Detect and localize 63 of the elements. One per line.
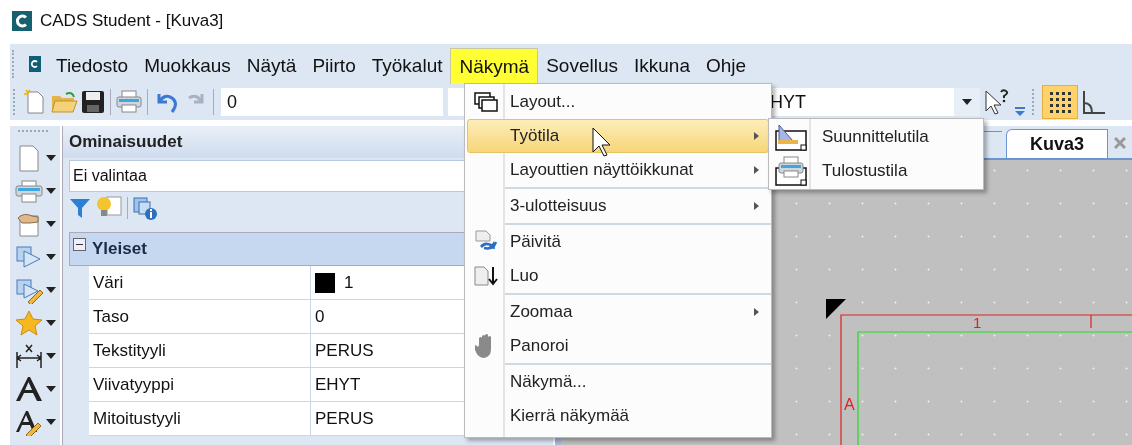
serif-letter-a-icon[interactable]	[14, 375, 44, 403]
info-icon[interactable]	[132, 195, 158, 221]
menu-item[interactable]: Ohje	[698, 48, 755, 84]
grid-icon	[1048, 90, 1072, 114]
corner-marker	[826, 299, 846, 319]
menu-item[interactable]: Tiedosto	[48, 48, 137, 84]
menu-item[interactable]: Layout...	[467, 85, 769, 119]
letter-pencil-icon[interactable]	[14, 408, 44, 436]
menu-item[interactable]: Näkymä	[450, 48, 539, 84]
menu-item[interactable]: Suunnittelutila	[771, 120, 981, 154]
menu-item[interactable]: Piirto	[304, 48, 364, 84]
dropdown-arrow-icon[interactable]	[46, 254, 56, 260]
zone-column-label: 1	[973, 314, 982, 331]
zone-row-label: A	[844, 396, 855, 413]
toolbar-options-icon[interactable]	[1014, 107, 1026, 117]
dropdown-arrow-icon[interactable]	[46, 320, 56, 326]
set-square-drawing-icon	[775, 123, 807, 151]
pointer-help-icon[interactable]	[983, 88, 1011, 116]
menu-item[interactable]: Sovellus	[538, 48, 626, 84]
save-icon[interactable]	[81, 90, 105, 114]
menu-item[interactable]: Päivitä	[467, 225, 769, 259]
window-title: CADS Student - [Kuva3]	[40, 11, 224, 31]
menu-item[interactable]: 3-ulotteisuus	[467, 189, 769, 223]
dropdown-arrow-icon[interactable]	[46, 287, 56, 293]
printer-icon[interactable]	[116, 90, 142, 114]
dropdown-arrow-icon[interactable]	[46, 353, 56, 359]
group-heading: Yleiset	[92, 239, 147, 259]
dropdown-arrow-icon[interactable]	[46, 188, 56, 194]
submenu-arrow-icon	[754, 202, 759, 210]
printer-sheet-icon	[775, 156, 807, 186]
menu-item[interactable]: Tulostustila	[771, 154, 981, 188]
dropdown-arrow-icon[interactable]	[46, 221, 56, 227]
dropdown-arrow-icon[interactable]	[962, 99, 972, 105]
dimension-icon[interactable]	[14, 342, 44, 370]
property-name: Väri	[89, 266, 311, 300]
menu-item[interactable]: Työkalut	[363, 48, 451, 84]
dropdown-arrow-icon[interactable]	[46, 155, 56, 161]
menu-item[interactable]: Ikkuna	[626, 48, 698, 84]
submenu-arrow-icon	[754, 308, 759, 316]
menu-item[interactable]: Työtila	[467, 119, 769, 153]
document-tab[interactable]: Kuva3	[1006, 129, 1108, 158]
ortho-angle-icon[interactable]	[1081, 89, 1107, 115]
grid-toggle[interactable]	[1042, 85, 1078, 119]
windows-icon	[474, 92, 498, 112]
submenu-arrow-icon	[754, 132, 759, 140]
property-name: Mitoitustyyli	[89, 402, 311, 436]
property-name: Viivatyyppi	[89, 368, 311, 402]
property-name: Taso	[89, 300, 311, 334]
submenu-arrow-icon	[754, 166, 759, 174]
document-icon[interactable]	[28, 55, 42, 73]
star-icon[interactable]	[14, 309, 44, 337]
layer-field[interactable]: 0	[221, 88, 443, 116]
menu-item[interactable]: Muokkaus	[136, 48, 239, 84]
collapse-toggle[interactable]	[73, 237, 86, 251]
document-arrow-icon	[474, 265, 498, 287]
property-name: Tekstityyli	[89, 334, 311, 368]
filter-icon[interactable]	[69, 197, 91, 219]
app-logo-icon	[12, 11, 32, 31]
dropdown-arrow-icon[interactable]	[46, 386, 56, 392]
menu-item[interactable]: Näytä	[238, 48, 305, 84]
dropdown-arrow-icon[interactable]	[46, 419, 56, 425]
mouse-pointer-icon	[592, 127, 612, 157]
shape-pencil-icon[interactable]	[14, 276, 44, 304]
